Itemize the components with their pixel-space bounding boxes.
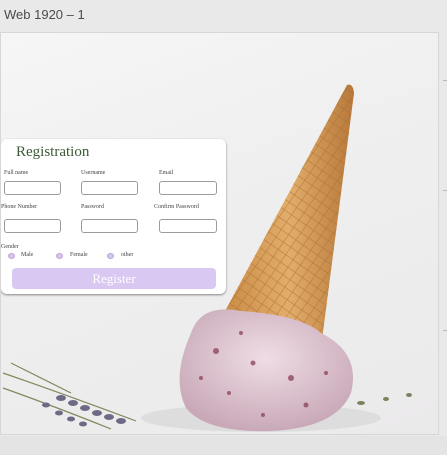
phone-label: Phone Number [1, 204, 38, 210]
gender-label: Gender [1, 244, 19, 250]
password-field[interactable] [81, 219, 138, 233]
username-field[interactable] [81, 181, 138, 195]
full-name-label: Full name [4, 170, 29, 176]
edge-guide [443, 330, 447, 331]
gender-female-radio[interactable] [56, 253, 63, 259]
phone-field[interactable] [4, 219, 61, 233]
edge-guide [443, 190, 447, 191]
confirm-password-field[interactable] [159, 219, 217, 233]
confirm-password-label: Confirm Password [154, 204, 199, 210]
email-label: Email [159, 170, 174, 176]
artboard-title: Web 1920 – 1 [4, 7, 85, 22]
artboard-canvas: Registration Full name Username Email Ph… [1, 33, 438, 434]
form-title: Registration [16, 144, 90, 160]
gender-male-radio[interactable] [8, 253, 15, 259]
gender-other-label: other [121, 252, 134, 258]
canvas-bottom-area [0, 436, 447, 455]
full-name-field[interactable] [4, 181, 61, 195]
username-label: Username [81, 170, 106, 176]
registration-card: Registration Full name Username Email Ph… [1, 139, 226, 294]
password-label: Password [81, 204, 105, 210]
gender-male-label: Male [21, 252, 34, 258]
gender-female-label: Female [70, 252, 88, 258]
register-button[interactable]: Register [12, 268, 216, 289]
edge-guide [443, 80, 447, 81]
email-field[interactable] [159, 181, 217, 195]
gender-other-radio[interactable] [107, 253, 114, 259]
